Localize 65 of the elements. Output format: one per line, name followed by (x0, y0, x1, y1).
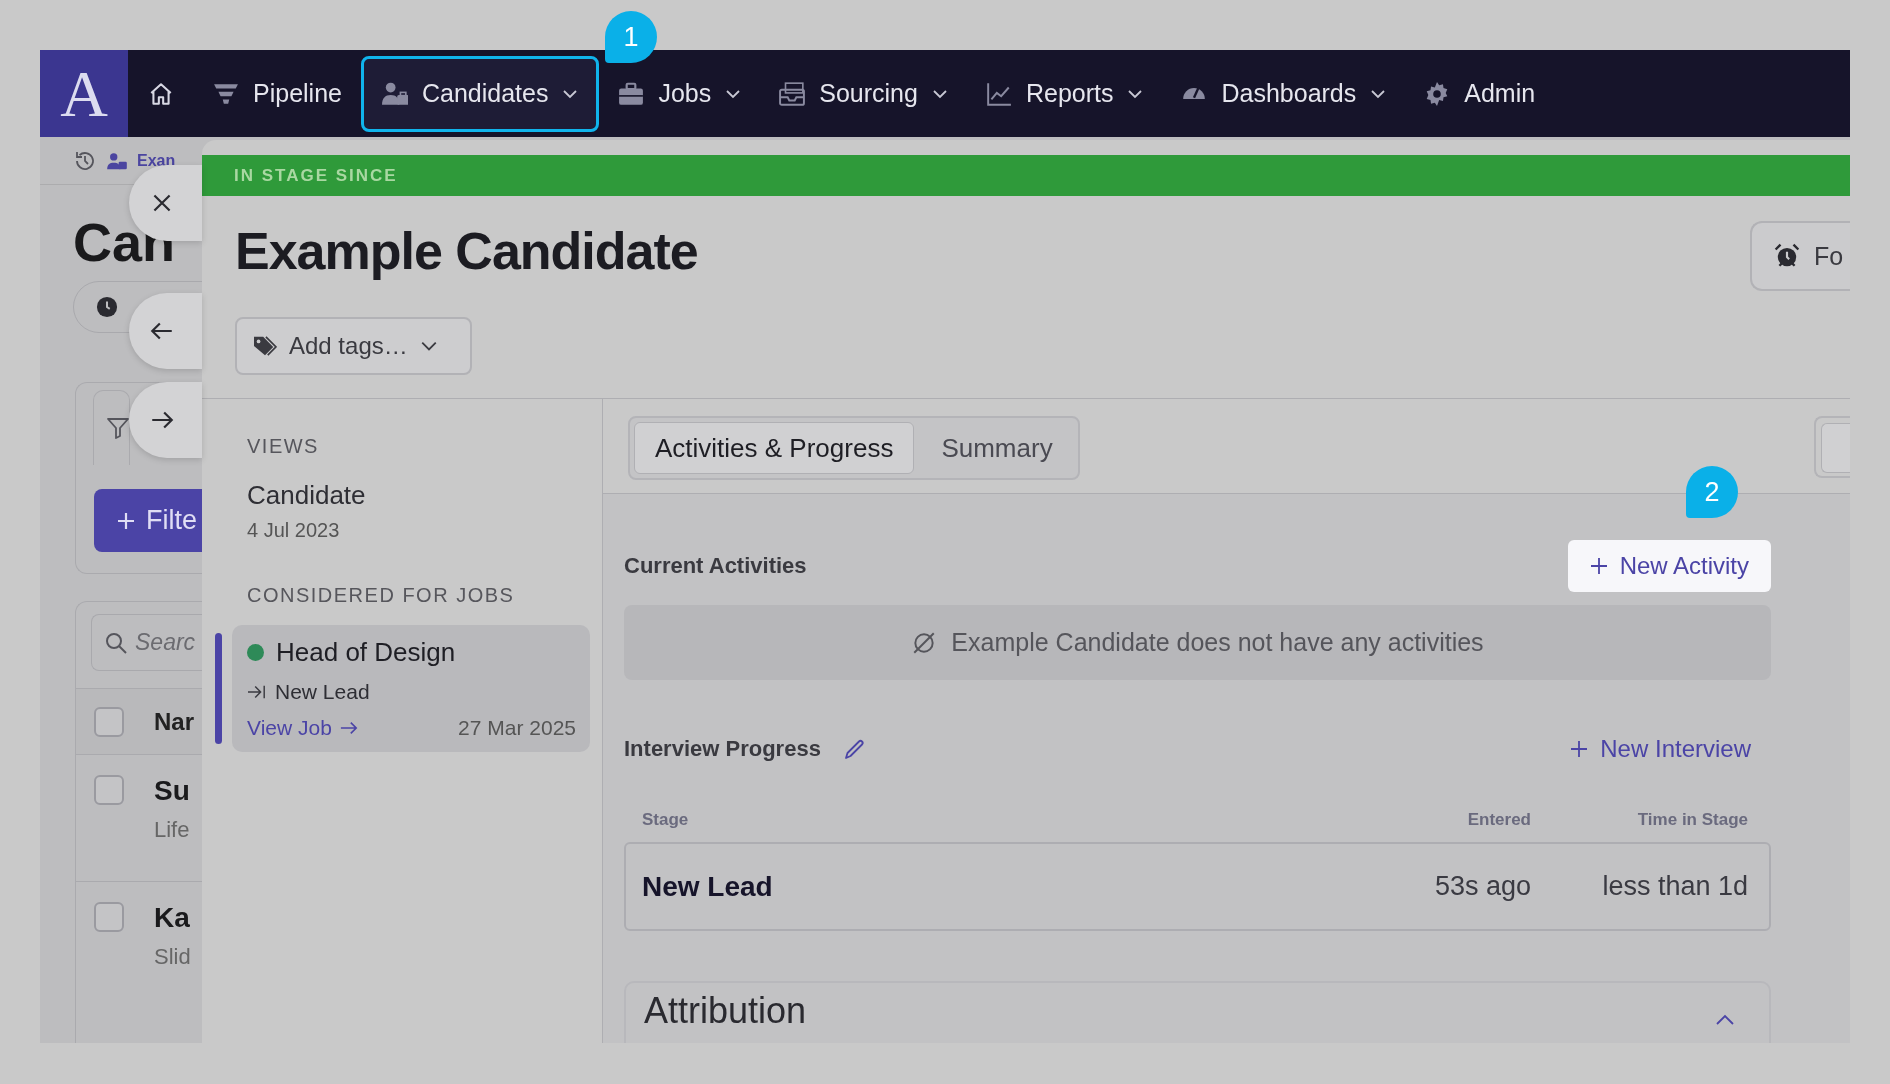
nav-item[interactable]: Candidates (360, 55, 600, 132)
filter-tab[interactable] (93, 390, 130, 465)
people-icon (381, 80, 408, 107)
arrow-to-bar-icon (247, 683, 267, 701)
tray-icon (779, 80, 806, 107)
entered-time: 53s ago (1434, 871, 1531, 902)
plus-icon (116, 510, 136, 531)
chevron-up-icon[interactable] (1716, 1013, 1734, 1025)
nav-item[interactable]: Reports (966, 55, 1163, 132)
tab[interactable]: Activities & Progress (634, 422, 915, 474)
column-header: Entered (1467, 810, 1531, 830)
candidate-name[interactable]: Su (154, 775, 190, 807)
logo[interactable]: A (40, 50, 128, 137)
breadcrumb-link[interactable]: Exan (137, 151, 176, 170)
tab[interactable]: Summary (920, 422, 1074, 474)
section-heading: VIEWS (246, 435, 320, 458)
candidate-name[interactable]: Ka (154, 902, 191, 934)
pencil-icon[interactable] (842, 737, 867, 761)
stage-banner: IN STAGE SINCE (202, 155, 1850, 196)
nav-item[interactable]: Admin (1405, 55, 1555, 132)
people-icon (107, 151, 127, 170)
column-header: Stage (642, 810, 690, 830)
clock-icon (96, 296, 118, 318)
view-title[interactable]: Candidate (215, 480, 590, 511)
new-interview-button[interactable]: New Interview (1570, 735, 1771, 763)
section-title: Interview Progress (624, 736, 821, 762)
alarm-clock-icon (1774, 243, 1800, 269)
follow-button[interactable]: Fo (1750, 221, 1850, 291)
job-stage: New Lead (275, 680, 370, 704)
add-filter-button[interactable]: Filte (94, 489, 202, 552)
nav-item[interactable]: Sourcing (760, 55, 967, 132)
gauge-icon (1181, 88, 1208, 99)
candidate-subtitle: Life (154, 817, 190, 843)
candidate-subtitle: Slid (154, 944, 191, 970)
plus-icon (1589, 557, 1608, 575)
empty-message: Example Candidate does not have any activities (951, 628, 1484, 657)
section-title: Current Activities (624, 553, 807, 579)
time-in-stage: less than 1d (1601, 871, 1748, 902)
search-icon (104, 630, 128, 655)
chart-icon (985, 80, 1012, 107)
column-header[interactable]: Nar (154, 707, 195, 736)
view-job-link[interactable]: View Job (247, 716, 358, 740)
new-activity-button[interactable]: New Activity (1567, 540, 1771, 592)
job-title: Head of Design (276, 637, 456, 668)
checkbox[interactable] (94, 902, 124, 932)
tags-dropdown[interactable]: Add tags… (235, 317, 472, 375)
job-card[interactable]: Head of Design New Lead View Job 27 Mar 2025 (232, 625, 590, 752)
view-date: 4 Jul 2023 (246, 519, 341, 542)
nav-item[interactable]: Pipeline (194, 55, 361, 132)
column-header: Time in Stage (1636, 810, 1748, 830)
nav-item[interactable]: Dashboards (1162, 55, 1406, 132)
plus-icon (1570, 740, 1589, 758)
home-icon[interactable] (148, 80, 174, 107)
checkbox[interactable] (94, 775, 124, 805)
stage-name: New Lead (642, 870, 774, 903)
filter-icon (106, 416, 130, 440)
card-title: Attribution (644, 991, 807, 1031)
step-badge: 1 (605, 11, 657, 63)
arrow-right-icon (339, 720, 358, 736)
briefcase-icon (618, 80, 645, 107)
checkbox[interactable] (94, 706, 124, 737)
tag-icon (253, 335, 277, 357)
section-heading: CONSIDERED FOR JOBS (246, 584, 516, 607)
job-date: 27 Mar 2025 (458, 716, 576, 740)
candidate-title: Example Candidate (235, 221, 698, 282)
